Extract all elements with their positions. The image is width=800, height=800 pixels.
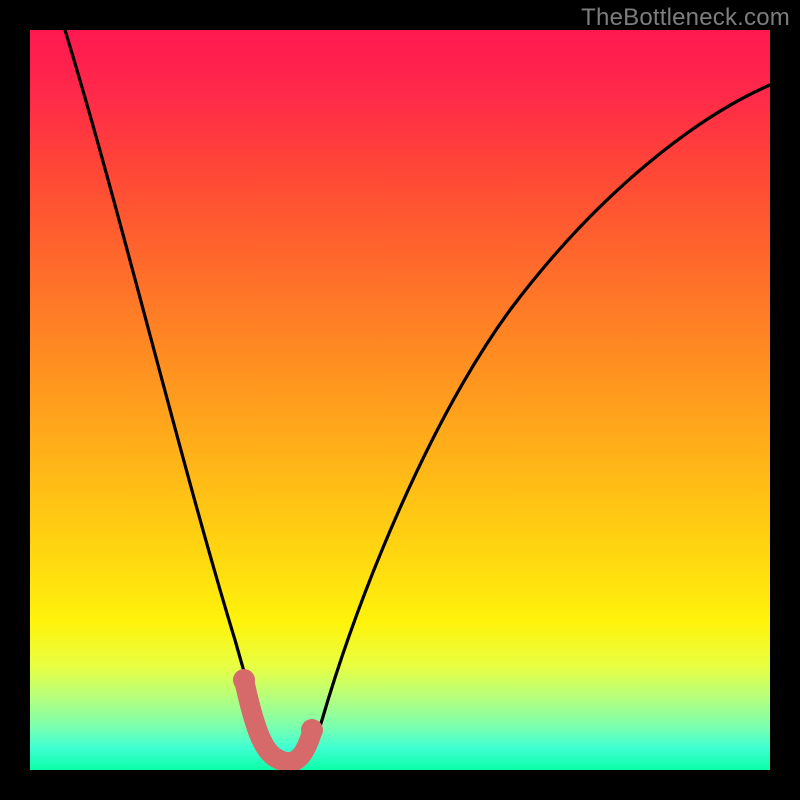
highlight-dot-right	[301, 719, 323, 741]
watermark-text: TheBottleneck.com	[581, 4, 790, 32]
highlight-marker	[244, 680, 312, 762]
chart-frame: { "watermark": "TheBottleneck.com", "col…	[0, 0, 800, 800]
plot-area	[30, 30, 770, 770]
bottleneck-curve-svg	[30, 30, 770, 770]
bottleneck-curve	[65, 30, 770, 763]
highlight-dot-left	[233, 669, 255, 691]
